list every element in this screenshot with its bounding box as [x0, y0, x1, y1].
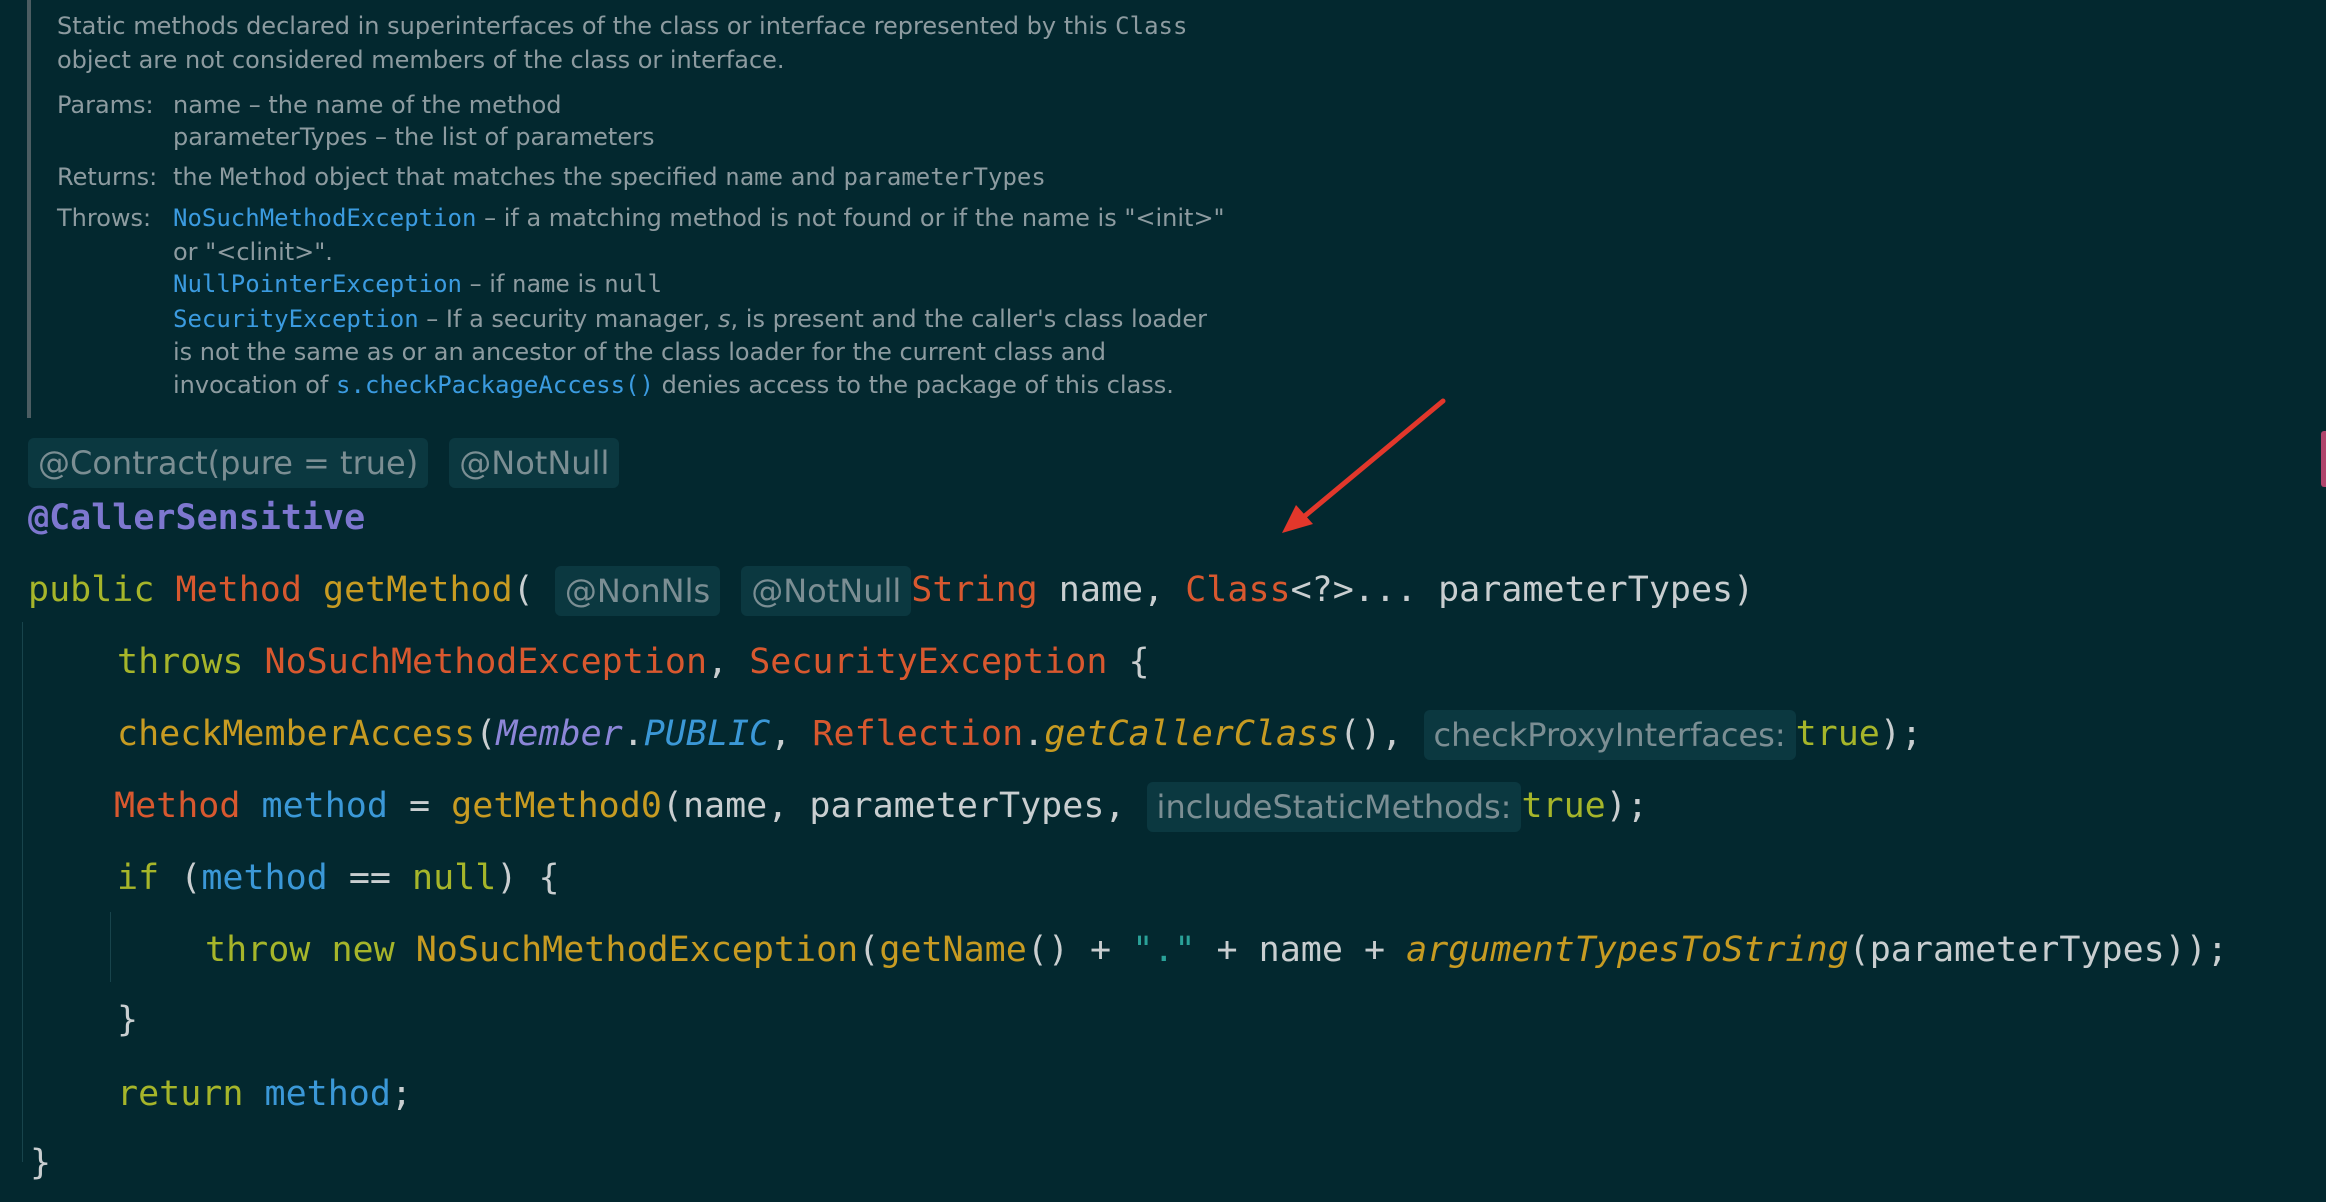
- red-arrow-icon: [1282, 398, 1446, 533]
- gutter-marker: [2321, 431, 2326, 487]
